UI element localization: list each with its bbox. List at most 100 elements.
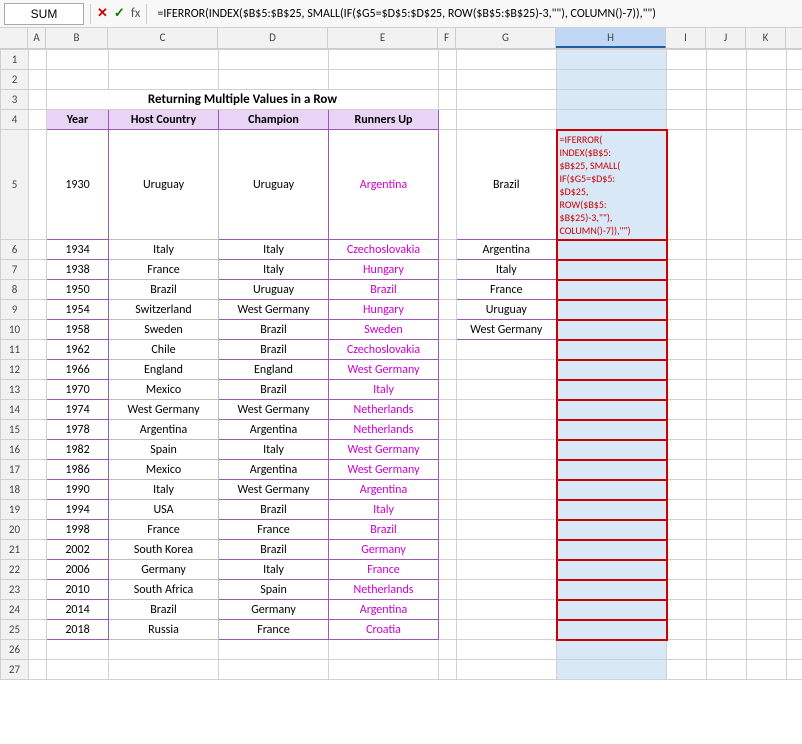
cell[interactable]	[557, 420, 667, 440]
cell[interactable]: Italy	[329, 500, 439, 520]
cell[interactable]	[787, 380, 802, 400]
cell[interactable]	[747, 280, 787, 300]
cell[interactable]	[329, 70, 439, 90]
cell[interactable]: France	[109, 520, 219, 540]
cell[interactable]	[557, 280, 667, 300]
cell[interactable]	[707, 460, 747, 480]
cell[interactable]	[457, 110, 557, 130]
cell[interactable]	[557, 70, 667, 90]
cell[interactable]	[47, 70, 109, 90]
cell[interactable]: Spain	[219, 580, 329, 600]
cell[interactable]	[439, 360, 457, 380]
cell[interactable]	[219, 640, 329, 660]
col-header-j[interactable]: J	[706, 28, 746, 48]
cell[interactable]	[457, 520, 557, 540]
cell[interactable]	[747, 600, 787, 620]
cell[interactable]	[29, 340, 47, 360]
cell[interactable]	[557, 580, 667, 600]
cell[interactable]: 1966	[47, 360, 109, 380]
cell[interactable]	[29, 280, 47, 300]
formula-cell[interactable]: =IFERROR( INDEX($B$5: $B$25, SMALL( IF($…	[557, 130, 667, 240]
cell[interactable]: 1990	[47, 480, 109, 500]
cell[interactable]: USA	[109, 500, 219, 520]
cell[interactable]	[707, 400, 747, 420]
formula-input[interactable]	[153, 3, 798, 25]
cell[interactable]: West Germany	[219, 300, 329, 320]
cell[interactable]	[29, 540, 47, 560]
cell[interactable]	[707, 440, 747, 460]
col-header-h[interactable]: H	[556, 28, 666, 48]
cell[interactable]	[439, 640, 457, 660]
cell[interactable]: 1950	[47, 280, 109, 300]
cell[interactable]	[747, 130, 787, 240]
cell[interactable]	[747, 300, 787, 320]
cell[interactable]: Brazil	[329, 520, 439, 540]
cell[interactable]	[439, 400, 457, 420]
cell[interactable]	[457, 660, 557, 680]
cell[interactable]: Host Country	[109, 110, 219, 130]
cell[interactable]: Champion	[219, 110, 329, 130]
cell[interactable]: Spain	[109, 440, 219, 460]
cell[interactable]	[457, 480, 557, 500]
cell[interactable]	[707, 660, 747, 680]
cell[interactable]	[707, 520, 747, 540]
cell[interactable]	[29, 600, 47, 620]
cell[interactable]	[787, 340, 802, 360]
cell[interactable]: France	[219, 520, 329, 540]
cell[interactable]	[747, 560, 787, 580]
cell[interactable]: Argentina	[457, 240, 557, 260]
cell[interactable]	[329, 660, 439, 680]
cell[interactable]: West Germany	[329, 460, 439, 480]
cell[interactable]	[457, 500, 557, 520]
cell[interactable]: Mexico	[109, 380, 219, 400]
cell[interactable]	[109, 70, 219, 90]
col-header-c[interactable]: C	[108, 28, 218, 48]
cell[interactable]	[707, 130, 747, 240]
cell[interactable]	[747, 70, 787, 90]
cell[interactable]	[747, 440, 787, 460]
cell[interactable]	[457, 360, 557, 380]
cell[interactable]	[667, 420, 707, 440]
cell[interactable]	[557, 640, 667, 660]
cell[interactable]	[707, 260, 747, 280]
cell[interactable]	[29, 460, 47, 480]
cell[interactable]	[667, 320, 707, 340]
cell[interactable]	[667, 540, 707, 560]
cell[interactable]	[787, 440, 802, 460]
cell[interactable]	[747, 90, 787, 110]
fx-icon[interactable]: fx	[131, 6, 141, 21]
cell[interactable]	[457, 460, 557, 480]
cell[interactable]	[747, 580, 787, 600]
cell[interactable]	[667, 480, 707, 500]
cell[interactable]	[667, 520, 707, 540]
cell[interactable]	[667, 50, 707, 70]
cell[interactable]: 2006	[47, 560, 109, 580]
cell[interactable]: Netherlands	[329, 580, 439, 600]
cell[interactable]	[787, 540, 802, 560]
cell[interactable]	[747, 420, 787, 440]
cell[interactable]	[667, 90, 707, 110]
cell[interactable]	[219, 660, 329, 680]
cell[interactable]: Uruguay	[109, 130, 219, 240]
confirm-icon[interactable]: ✓	[114, 6, 125, 21]
cell[interactable]	[667, 360, 707, 380]
cell[interactable]	[747, 340, 787, 360]
cell[interactable]	[707, 580, 747, 600]
cell[interactable]	[707, 360, 747, 380]
col-header-l[interactable]: L	[786, 28, 802, 48]
cell[interactable]	[707, 70, 747, 90]
cell[interactable]	[667, 110, 707, 130]
cell[interactable]	[457, 560, 557, 580]
cell[interactable]: Argentina	[219, 460, 329, 480]
col-header-a[interactable]: A	[28, 28, 46, 48]
cell[interactable]: 1970	[47, 380, 109, 400]
cell[interactable]	[707, 110, 747, 130]
cell[interactable]	[667, 400, 707, 420]
col-header-d[interactable]: D	[218, 28, 328, 48]
cell[interactable]: 1962	[47, 340, 109, 360]
cell[interactable]: West Germany	[329, 440, 439, 460]
cell[interactable]: Germany	[219, 600, 329, 620]
cell[interactable]: Brazil	[109, 600, 219, 620]
cell[interactable]	[439, 500, 457, 520]
cell[interactable]	[29, 90, 47, 110]
